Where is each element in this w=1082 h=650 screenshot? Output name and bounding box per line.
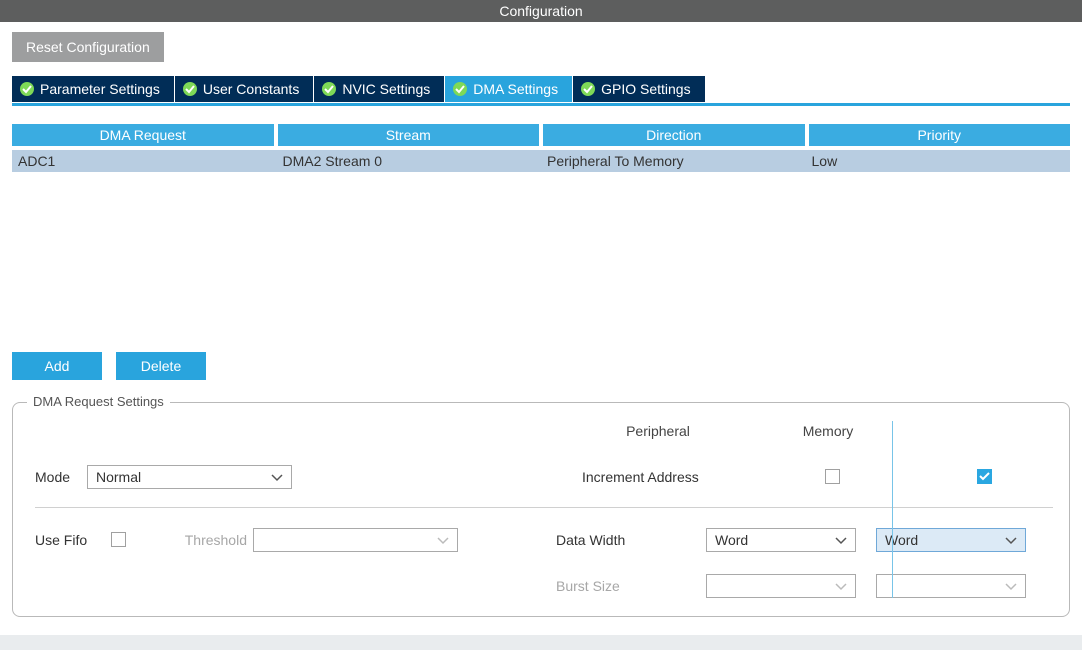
mode-label: Mode bbox=[35, 469, 87, 485]
data-width-label: Data Width bbox=[556, 532, 706, 548]
tab-label: DMA Settings bbox=[473, 81, 558, 97]
dma-table-body[interactable] bbox=[12, 172, 1070, 342]
window-title: Configuration bbox=[0, 0, 1082, 22]
delete-button[interactable]: Delete bbox=[116, 352, 206, 380]
th-stream[interactable]: Stream bbox=[278, 124, 540, 146]
data-width-memory-select[interactable]: Word bbox=[876, 528, 1026, 552]
dma-table: DMA Request Stream Direction Priority AD… bbox=[12, 124, 1070, 342]
th-dma-request[interactable]: DMA Request bbox=[12, 124, 274, 146]
check-icon bbox=[581, 82, 595, 96]
data-width-peripheral-select[interactable]: Word bbox=[706, 528, 856, 552]
check-icon bbox=[183, 82, 197, 96]
threshold-label: Threshold bbox=[177, 532, 253, 548]
tab-label: NVIC Settings bbox=[342, 81, 430, 97]
chevron-down-icon bbox=[835, 532, 847, 548]
reset-configuration-button[interactable]: Reset Configuration bbox=[12, 32, 164, 62]
tab-label: Parameter Settings bbox=[40, 81, 160, 97]
tab-label: GPIO Settings bbox=[601, 81, 690, 97]
tab-parameter-settings[interactable]: Parameter Settings bbox=[12, 76, 175, 102]
use-fifo-checkbox[interactable] bbox=[111, 532, 126, 547]
tab-user-constants[interactable]: User Constants bbox=[175, 76, 314, 102]
fieldset-legend: DMA Request Settings bbox=[27, 394, 170, 409]
chevron-down-icon bbox=[271, 469, 283, 485]
data-width-peripheral-value: Word bbox=[715, 532, 748, 548]
use-fifo-label: Use Fifo bbox=[35, 532, 111, 548]
increment-memory-checkbox[interactable] bbox=[977, 469, 992, 484]
check-icon bbox=[322, 82, 336, 96]
divider bbox=[35, 507, 1053, 508]
burst-size-label: Burst Size bbox=[556, 578, 706, 594]
tab-nvic-settings[interactable]: NVIC Settings bbox=[314, 76, 445, 102]
mode-value: Normal bbox=[96, 469, 141, 485]
tab-bar: Parameter Settings User Constants NVIC S… bbox=[12, 76, 1070, 102]
memory-column-header: Memory bbox=[753, 423, 903, 439]
dma-request-settings-group: DMA Request Settings Peripheral Memory M… bbox=[12, 402, 1070, 617]
data-width-memory-value: Word bbox=[885, 532, 918, 548]
peripheral-column-header: Peripheral bbox=[583, 423, 733, 439]
chevron-down-icon bbox=[437, 532, 449, 548]
th-direction[interactable]: Direction bbox=[543, 124, 805, 146]
increment-address-label: Increment Address bbox=[582, 469, 750, 485]
chevron-down-icon bbox=[1005, 578, 1017, 594]
burst-size-memory-select[interactable] bbox=[876, 574, 1026, 598]
add-button[interactable]: Add bbox=[12, 352, 102, 380]
table-row[interactable]: ADC1 DMA2 Stream 0 Peripheral To Memory … bbox=[12, 150, 1070, 172]
th-priority[interactable]: Priority bbox=[809, 124, 1071, 146]
td-request: ADC1 bbox=[12, 150, 277, 172]
tab-underline bbox=[12, 103, 1070, 106]
increment-peripheral-checkbox[interactable] bbox=[825, 469, 840, 484]
column-divider bbox=[892, 421, 893, 598]
tab-gpio-settings[interactable]: GPIO Settings bbox=[573, 76, 705, 102]
threshold-select[interactable] bbox=[253, 528, 458, 552]
td-priority: Low bbox=[806, 150, 1071, 172]
tab-dma-settings[interactable]: DMA Settings bbox=[445, 76, 573, 102]
mode-select[interactable]: Normal bbox=[87, 465, 292, 489]
chevron-down-icon bbox=[835, 578, 847, 594]
chevron-down-icon bbox=[1005, 532, 1017, 548]
td-direction: Peripheral To Memory bbox=[541, 150, 806, 172]
burst-size-peripheral-select[interactable] bbox=[706, 574, 856, 598]
check-icon bbox=[20, 82, 34, 96]
td-stream: DMA2 Stream 0 bbox=[277, 150, 542, 172]
tab-label: User Constants bbox=[203, 81, 299, 97]
check-icon bbox=[453, 82, 467, 96]
